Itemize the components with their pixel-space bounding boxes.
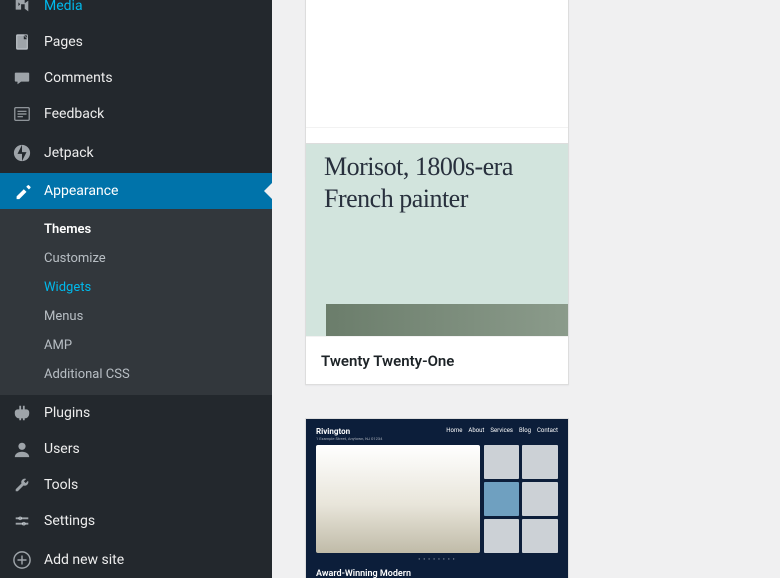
sidebar-label: Jetpack	[44, 145, 94, 161]
theme-thumbnail: Rivington 1 Example Street, Anytown, NJ …	[306, 419, 568, 578]
sidebar-item-users[interactable]: Users	[0, 431, 272, 467]
submenu-customize[interactable]: Customize	[0, 244, 272, 273]
sidebar-label: Pages	[44, 34, 83, 50]
appearance-icon	[12, 181, 32, 201]
sidebar-label: Feedback	[44, 106, 104, 122]
admin-sidebar: Media Pages Comments Feedback Jetpack Ap…	[0, 0, 272, 578]
jetpack-icon	[12, 143, 32, 163]
sidebar-label: Appearance	[44, 183, 118, 199]
sidebar-item-comments[interactable]: Comments	[0, 60, 272, 96]
sidebar-label: Users	[44, 441, 80, 457]
submenu-amp[interactable]: AMP	[0, 331, 272, 360]
sidebar-item-feedback[interactable]: Feedback	[0, 96, 272, 132]
tools-icon	[12, 475, 32, 495]
sidebar-item-tools[interactable]: Tools	[0, 467, 272, 503]
theme-card-twenty-twenty-one[interactable]: The works of Berthe Morisot, 1800s-era F…	[305, 143, 569, 385]
sidebar-item-add-site[interactable]: Add new site	[0, 542, 272, 578]
sidebar-item-media[interactable]: Media	[0, 0, 272, 24]
sidebar-label: Plugins	[44, 405, 90, 421]
sidebar-item-plugins[interactable]: Plugins	[0, 395, 272, 431]
submenu-widgets[interactable]: Widgets	[0, 273, 272, 302]
sidebar-item-jetpack[interactable]: Jetpack	[0, 135, 272, 171]
plugins-icon	[12, 403, 32, 423]
riv-nav: HomeAboutServicesBlogContact	[446, 427, 558, 441]
sidebar-label: Settings	[44, 513, 95, 529]
comments-icon	[12, 68, 32, 88]
pages-icon	[12, 32, 32, 52]
submenu-menus[interactable]: Menus	[0, 302, 272, 331]
appearance-submenu: Themes Customize Widgets Menus AMP Addit…	[0, 209, 272, 395]
users-icon	[12, 439, 32, 459]
sidebar-item-appearance[interactable]: Appearance	[0, 173, 272, 209]
sidebar-label: Comments	[44, 70, 113, 86]
theme-card-rivington[interactable]: Rivington 1 Example Street, Anytown, NJ …	[305, 418, 569, 578]
submenu-themes[interactable]: Themes	[0, 215, 272, 244]
submenu-additional-css[interactable]: Additional CSS	[0, 360, 272, 389]
feedback-icon	[12, 104, 32, 124]
sidebar-label: Add new site	[44, 552, 124, 568]
sidebar-label: Media	[44, 0, 83, 14]
theme-name: Twenty Twenty-One	[321, 352, 454, 370]
themes-content: Blank Canvas The works of Berthe Morisot…	[272, 0, 780, 578]
media-icon	[12, 0, 32, 16]
sidebar-label: Tools	[44, 477, 78, 493]
settings-icon	[12, 511, 32, 531]
tto-headline: The works of Berthe Morisot, 1800s-era F…	[324, 144, 550, 216]
add-icon	[12, 550, 32, 570]
theme-thumbnail	[306, 0, 568, 127]
riv-brand: Rivington	[316, 427, 382, 436]
theme-thumbnail: The works of Berthe Morisot, 1800s-era F…	[306, 144, 568, 336]
sidebar-item-settings[interactable]: Settings	[0, 503, 272, 539]
riv-heading: Award-Winning Modern Mediterranean Style…	[316, 569, 456, 578]
sidebar-item-pages[interactable]: Pages	[0, 24, 272, 60]
